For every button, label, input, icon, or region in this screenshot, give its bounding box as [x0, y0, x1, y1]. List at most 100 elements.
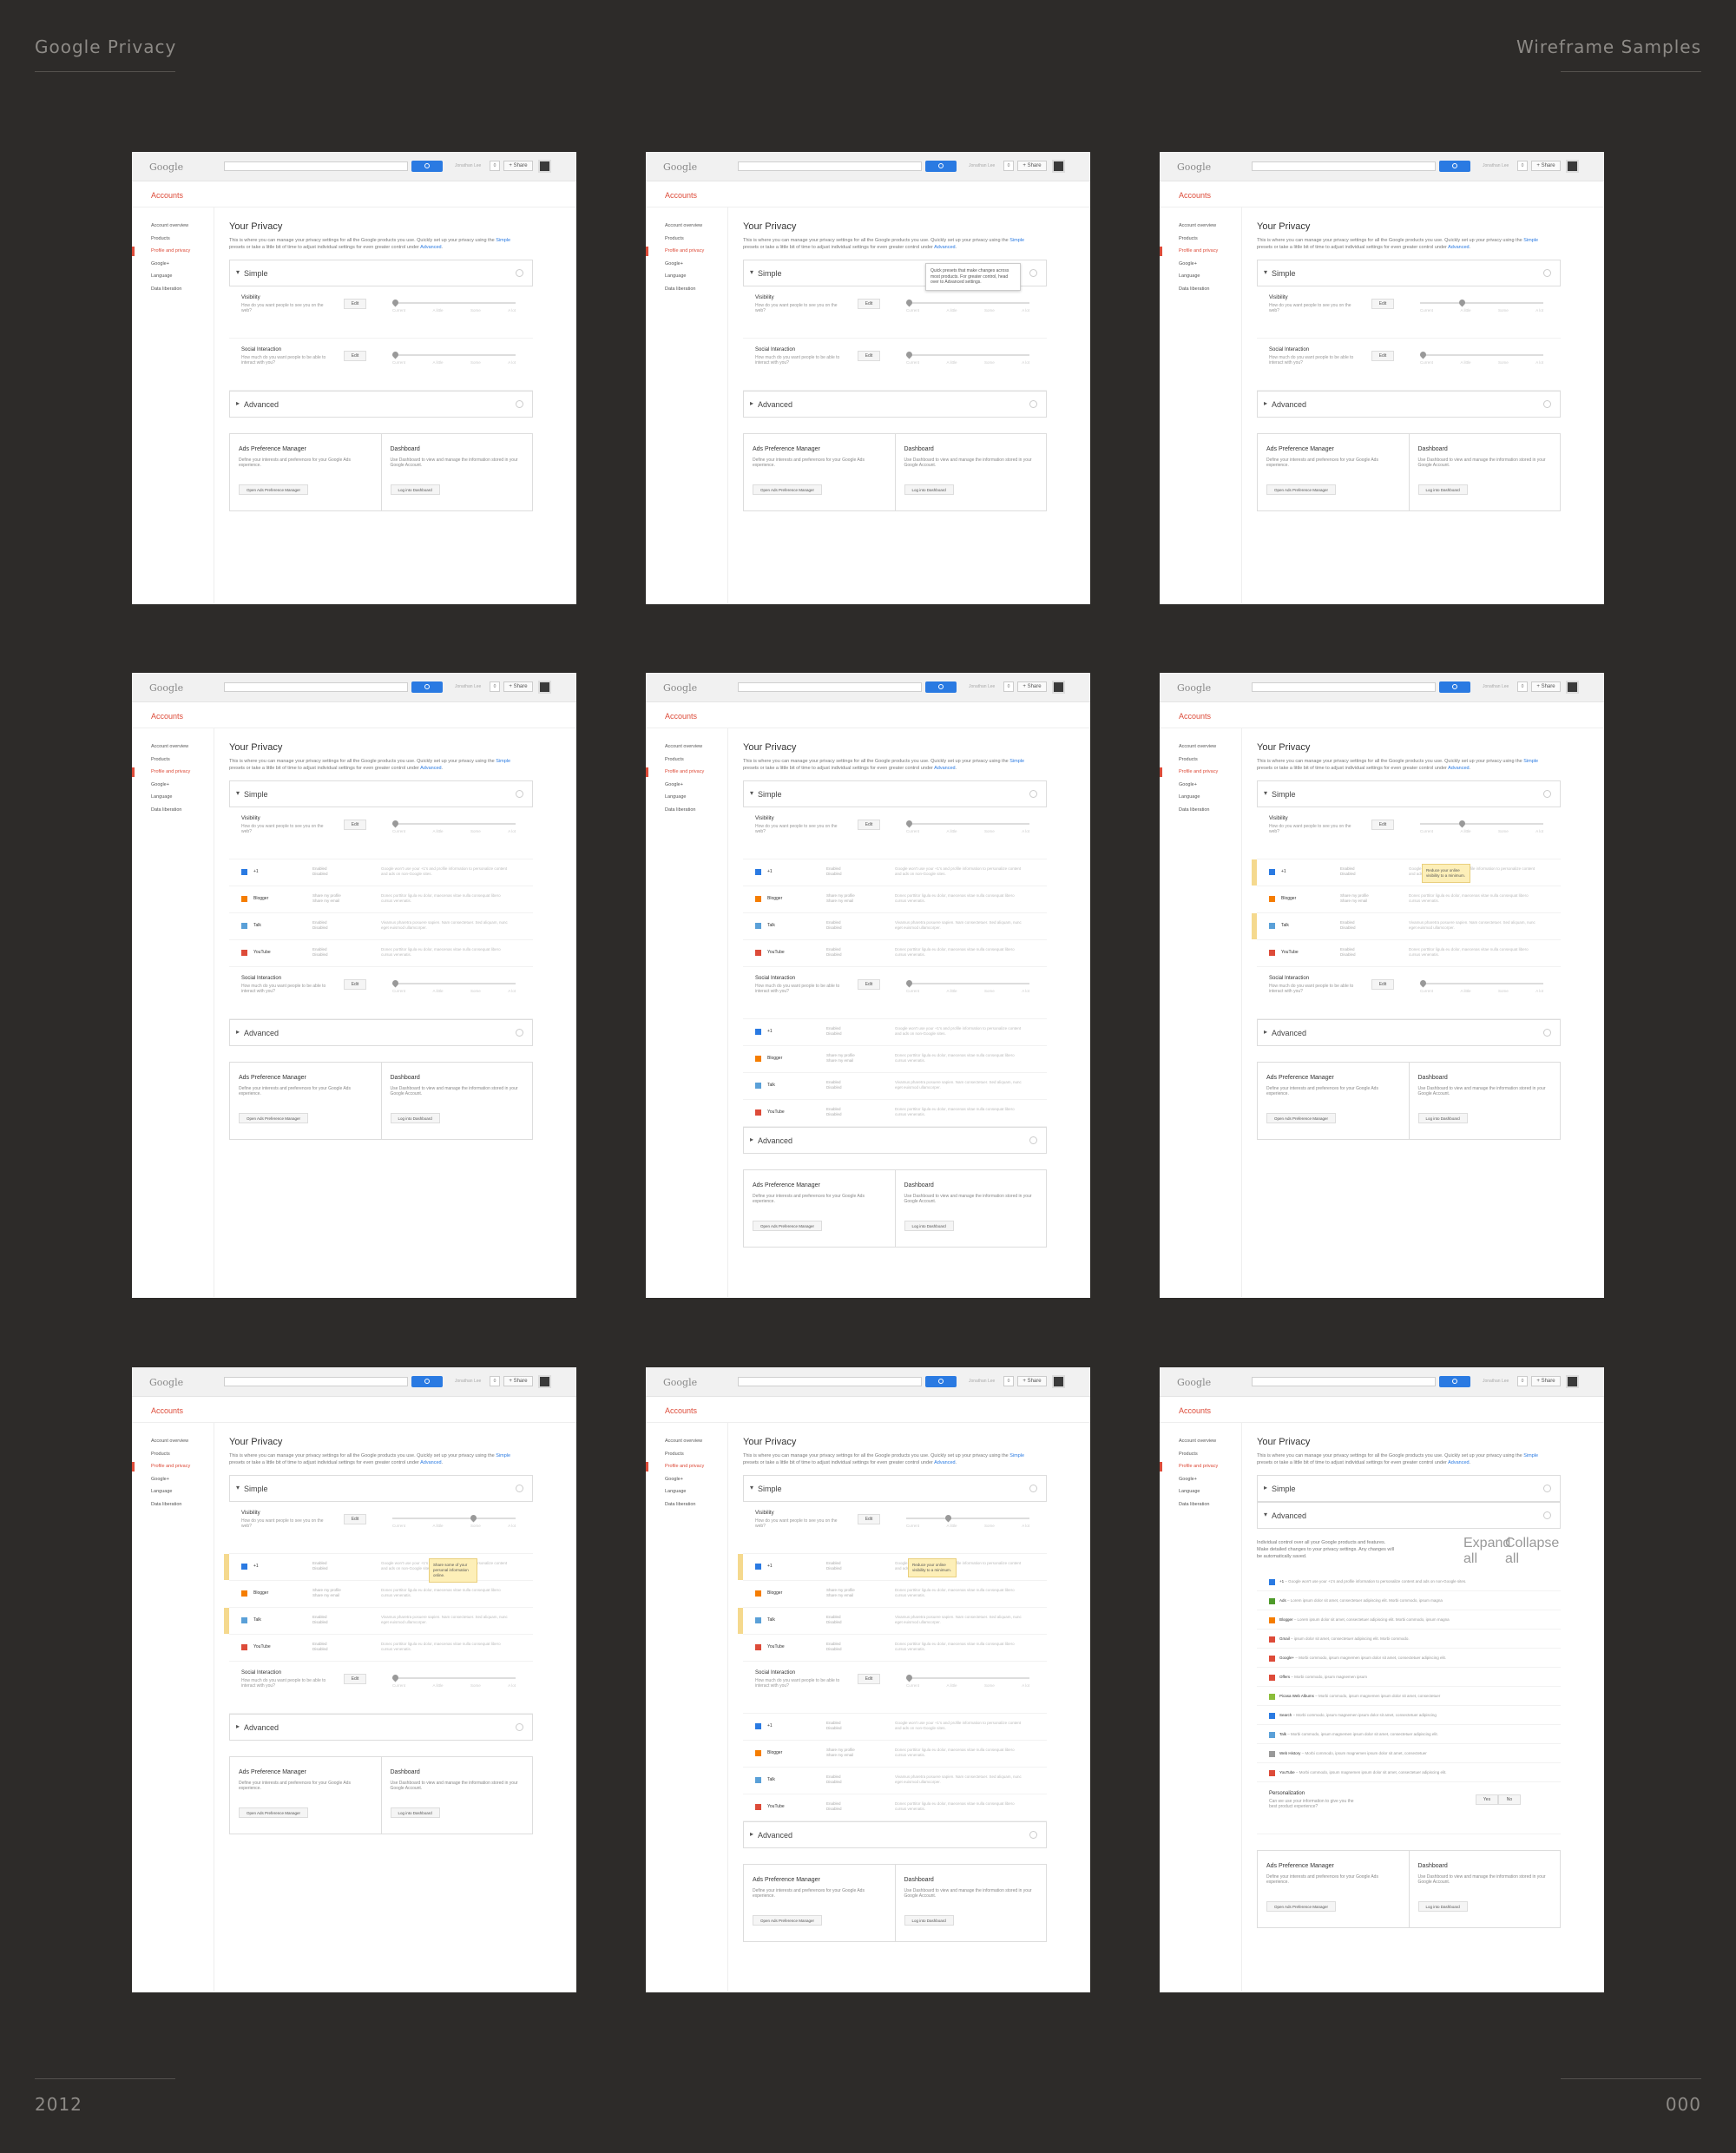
search-button[interactable]	[1439, 161, 1470, 172]
help-icon[interactable]	[1543, 1485, 1551, 1492]
ads-button[interactable]: Open Ads Preference Manager	[239, 1807, 309, 1818]
sidebar-item[interactable]: Data liberation	[646, 283, 727, 296]
advanced-item[interactable]: Offers – Morbi commodo, ipsum magnemen i…	[1257, 1668, 1561, 1687]
dashboard-button[interactable]: Log into Dashboard	[390, 484, 440, 495]
product-row[interactable]: Blogger Share my profile Share my email Don…	[743, 1741, 1047, 1768]
slider-knob[interactable]	[1418, 350, 1428, 359]
sidebar-item[interactable]: Account overview	[1160, 1435, 1241, 1448]
section-collapsed[interactable]: Advanced	[743, 391, 1047, 418]
notification-count[interactable]: 0	[1517, 681, 1528, 692]
product-row[interactable]: Talk Enabled Disabled Vivamus pharetra posu…	[743, 1768, 1047, 1794]
help-icon[interactable]	[516, 1029, 523, 1037]
share-button[interactable]: + Share	[1017, 1376, 1047, 1386]
search-input[interactable]	[1252, 682, 1436, 692]
sidebar-item[interactable]: Products	[132, 233, 214, 246]
simple-link[interactable]: Simple	[496, 759, 510, 764]
product-status[interactable]: Enabled Disabled	[826, 920, 842, 931]
product-status[interactable]: Share my profile Share my email	[312, 893, 341, 904]
sidebar-item[interactable]: Data liberation	[132, 804, 214, 817]
dashboard-button[interactable]: Log into Dashboard	[390, 1113, 440, 1123]
simple-link[interactable]: Simple	[1009, 238, 1024, 243]
slider-knob[interactable]	[469, 1513, 478, 1523]
sidebar-item[interactable]: Google+	[132, 258, 214, 271]
slider-knob[interactable]	[1418, 978, 1428, 988]
simple-link[interactable]: Simple	[1009, 759, 1024, 764]
sidebar-item[interactable]: Products	[646, 754, 727, 767]
edit-button[interactable]: Edit	[344, 979, 366, 990]
help-icon[interactable]	[1029, 790, 1037, 798]
edit-button[interactable]: Edit	[344, 1674, 366, 1684]
section-expanded[interactable]: Simple	[229, 780, 533, 807]
ads-button[interactable]: Open Ads Preference Manager	[753, 1221, 823, 1231]
avatar[interactable]	[1566, 681, 1579, 694]
search-button[interactable]	[925, 161, 957, 172]
search-button[interactable]	[1439, 1376, 1470, 1387]
product-status[interactable]: Enabled Disabled	[826, 1642, 842, 1652]
simple-link[interactable]: Simple	[496, 238, 510, 243]
advanced-link[interactable]: Advanced	[420, 1460, 441, 1465]
sidebar-item[interactable]: Account overview	[1160, 220, 1241, 233]
product-row[interactable]: YouTube Enabled Disabled Donec porttitor li…	[743, 1794, 1047, 1821]
sidebar-item[interactable]: Products	[646, 233, 727, 246]
slider-knob[interactable]	[944, 1513, 953, 1523]
notification-count[interactable]: 0	[1003, 161, 1014, 171]
slider-track[interactable]	[904, 1673, 1029, 1682]
slider-track[interactable]	[392, 1513, 516, 1523]
sidebar-item[interactable]: Google+	[646, 779, 727, 792]
notification-count[interactable]: 0	[1517, 161, 1528, 171]
search-input[interactable]	[1252, 161, 1436, 171]
sidebar-item[interactable]: Data liberation	[1160, 1498, 1241, 1511]
section-expanded[interactable]: Simple	[743, 1475, 1047, 1502]
product-status[interactable]: Enabled Disabled	[826, 866, 842, 877]
slider-knob[interactable]	[391, 350, 400, 359]
ads-button[interactable]: Open Ads Preference Manager	[1266, 1113, 1337, 1123]
advanced-item[interactable]: Google+ – Morbi commodo, ipsum magnemen …	[1257, 1649, 1561, 1668]
section-expanded[interactable]: Simple	[229, 1475, 533, 1502]
product-row[interactable]: Blogger Share my profile Share my email Don…	[1257, 886, 1561, 913]
product-status[interactable]: Enabled Disabled	[826, 1026, 842, 1037]
sidebar-item[interactable]: Profile and privacy	[1160, 1460, 1241, 1473]
dashboard-button[interactable]: Log into Dashboard	[1417, 1113, 1468, 1123]
help-icon[interactable]	[1543, 1029, 1551, 1037]
advanced-item[interactable]: Search – Morbi commodo, ipsum magnemen i…	[1257, 1706, 1561, 1725]
avatar[interactable]	[538, 681, 551, 694]
product-row[interactable]: YouTube Enabled Disabled Donec porttitor li…	[229, 940, 533, 967]
advanced-link[interactable]: Advanced	[1448, 1460, 1469, 1465]
ads-button[interactable]: Open Ads Preference Manager	[753, 484, 823, 495]
advanced-link[interactable]: Advanced	[1448, 766, 1469, 771]
section-expanded[interactable]: Simple	[1257, 780, 1561, 807]
product-row[interactable]: Talk Enabled Disabled Vivamus pharetra posu…	[743, 1073, 1047, 1100]
toggle-yes[interactable]: Yes	[1476, 1794, 1498, 1805]
slider-knob[interactable]	[904, 978, 914, 988]
notification-count[interactable]: 0	[490, 681, 500, 692]
product-row[interactable]: +1EnabledDisabledGoogle won't use your +…	[738, 1554, 1047, 1581]
advanced-link[interactable]: Advanced	[1448, 245, 1469, 250]
simple-link[interactable]: Simple	[1523, 238, 1538, 243]
product-row[interactable]: +1EnabledDisabledGoogle won't use your +…	[743, 859, 1047, 886]
product-status[interactable]: Enabled Disabled	[826, 1801, 842, 1812]
product-row[interactable]: +1EnabledDisabledGoogle won't use your +…	[743, 1714, 1047, 1741]
dashboard-button[interactable]: Log into Dashboard	[904, 484, 954, 495]
avatar[interactable]	[1566, 1375, 1579, 1388]
slider-track[interactable]	[904, 978, 1029, 988]
product-status[interactable]: Enabled Disabled	[312, 1642, 328, 1652]
sidebar-item[interactable]: Language	[1160, 791, 1241, 804]
search-button[interactable]	[411, 161, 443, 172]
advanced-item[interactable]: Picasa Web Albums – Morbi commodo, ipsum…	[1257, 1687, 1561, 1706]
user-name[interactable]: Jonathan Lee	[1483, 684, 1509, 689]
google-logo[interactable]: Google	[149, 682, 183, 694]
notification-count[interactable]: 0	[490, 161, 500, 171]
simple-link[interactable]: Simple	[496, 1453, 510, 1458]
edit-button[interactable]: Edit	[1371, 820, 1394, 830]
sidebar-item[interactable]: Data liberation	[132, 1498, 214, 1511]
sidebar-item[interactable]: Products	[1160, 754, 1241, 767]
sidebar-item[interactable]: Google+	[1160, 1473, 1241, 1486]
ads-button[interactable]: Open Ads Preference Manager	[239, 484, 309, 495]
product-row[interactable]: Talk Enabled Disabled Vivamus pharetra posu…	[224, 1608, 533, 1635]
sidebar-item[interactable]: Data liberation	[646, 804, 727, 817]
advanced-item[interactable]: Web History – Morbi commodo, ipsum magne…	[1257, 1744, 1561, 1763]
dashboard-button[interactable]: Log into Dashboard	[904, 1221, 954, 1231]
sidebar-item[interactable]: Account overview	[646, 741, 727, 754]
advanced-link[interactable]: Advanced	[934, 766, 955, 771]
slider-knob[interactable]	[1457, 819, 1467, 828]
